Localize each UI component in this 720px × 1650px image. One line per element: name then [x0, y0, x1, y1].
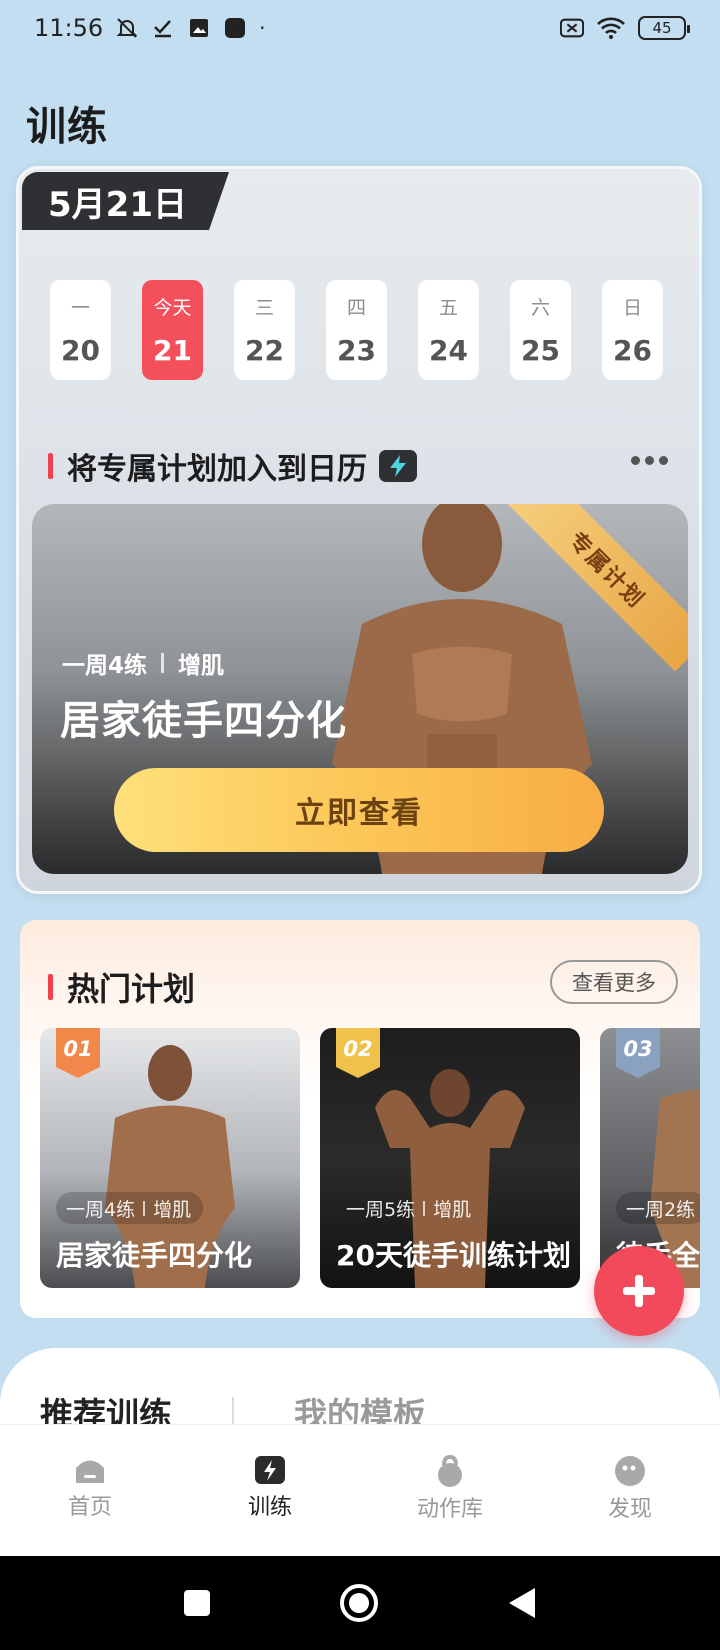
- hot-plans-header: 热门计划: [48, 964, 195, 1010]
- plan-meta: 一周5练 增肌: [336, 1192, 483, 1224]
- meta-divider: [161, 653, 165, 673]
- tab-exercise-library[interactable]: 动作库: [360, 1425, 540, 1556]
- tab-label: 首页: [67, 1495, 112, 1520]
- system-navigation-bar: [0, 1556, 720, 1650]
- day-item[interactable]: 日 26: [602, 280, 663, 380]
- day-weekday: 四: [346, 297, 366, 319]
- featured-plan-goal: 增肌: [178, 653, 225, 679]
- plan-goal: 增肌: [153, 1198, 192, 1221]
- no-sim-icon: [560, 16, 584, 40]
- day-weekday: 今天: [153, 297, 192, 319]
- meta-divider: [423, 1200, 426, 1216]
- day-date: 21: [153, 334, 192, 367]
- hot-plan-card[interactable]: 02 一周5练 增肌 20天徒手训练计划: [320, 1028, 580, 1288]
- day-item-today[interactable]: 今天 21: [142, 280, 203, 380]
- dot-icon: ·: [259, 16, 266, 40]
- discover-icon: [615, 1456, 645, 1486]
- view-now-button[interactable]: 立即查看: [114, 768, 604, 852]
- plan-meta: 一周2练: [616, 1192, 700, 1224]
- calendar-date-label: 5月21日: [22, 172, 229, 230]
- day-weekday: 日: [622, 297, 642, 319]
- mute-icon: [115, 16, 139, 40]
- home-circle-icon[interactable]: [339, 1583, 379, 1623]
- day-item[interactable]: 四 23: [326, 280, 387, 380]
- plus-icon: [623, 1275, 655, 1307]
- plan-title: 居家徒手四分化: [56, 1239, 253, 1272]
- day-date: 26: [613, 334, 652, 367]
- featured-plan-banner[interactable]: 专属计划 一周4练 增肌 居家徒手四分化 立即查看: [32, 504, 688, 874]
- day-item[interactable]: 五 24: [418, 280, 479, 380]
- hot-plans-title: 热门计划: [67, 970, 196, 1008]
- accent-bar: [48, 974, 53, 1000]
- gallery-icon: [187, 16, 211, 40]
- day-item[interactable]: 三 22: [234, 280, 295, 380]
- home-icon: [76, 1460, 104, 1483]
- meta-divider: [143, 1200, 146, 1216]
- day-date: 23: [337, 334, 376, 367]
- tab-home[interactable]: 首页: [0, 1425, 180, 1556]
- add-button[interactable]: [594, 1246, 684, 1336]
- tab-label: 训练: [247, 1495, 292, 1520]
- featured-plan-frequency: 一周4练: [62, 653, 148, 679]
- bottom-tab-bar: 首页 训练 动作库 发现: [0, 1424, 720, 1556]
- hot-plans-section: 热门计划 查看更多 01 一周4练 增肌 居家徒手四分化 02 一周5练 增肌 …: [20, 920, 700, 1318]
- more-options-icon[interactable]: [631, 456, 668, 465]
- accent-bar: [48, 453, 53, 479]
- status-time: 11:56: [34, 14, 104, 42]
- day-weekday: 五: [438, 297, 458, 319]
- training-bolt-icon: [255, 1456, 285, 1484]
- day-date: 25: [521, 334, 560, 367]
- battery-indicator: 45: [638, 16, 690, 40]
- check-icon: [151, 16, 175, 40]
- tab-label: 发现: [607, 1497, 652, 1522]
- plan-frequency: 一周4练: [66, 1198, 136, 1221]
- plan-goal: 增肌: [433, 1198, 472, 1221]
- add-to-calendar-title: 将专属计划加入到日历: [67, 452, 367, 487]
- week-strip: 一 20 今天 21 三 22 四 23 五 24 六 25 日 26: [50, 280, 663, 380]
- day-item[interactable]: 六 25: [510, 280, 571, 380]
- page-title: 训练: [26, 104, 108, 150]
- featured-plan-title: 居家徒手四分化: [60, 698, 347, 744]
- recents-icon[interactable]: [183, 1589, 211, 1617]
- day-item[interactable]: 一 20: [50, 280, 111, 380]
- status-bar: 11:56 · 45: [0, 0, 720, 56]
- day-date: 20: [61, 334, 100, 367]
- tab-training[interactable]: 训练: [180, 1425, 360, 1556]
- featured-plan-meta: 一周4练 增肌: [62, 646, 224, 680]
- see-more-button[interactable]: 查看更多: [550, 960, 678, 1004]
- tab-label: 动作库: [416, 1497, 483, 1522]
- back-icon[interactable]: [507, 1586, 537, 1620]
- day-weekday: 一: [70, 297, 90, 319]
- app-notification-icon: [223, 16, 247, 40]
- hot-plan-card[interactable]: 01 一周4练 增肌 居家徒手四分化: [40, 1028, 300, 1288]
- day-weekday: 三: [254, 297, 274, 319]
- tab-divider: [232, 1397, 234, 1427]
- day-date: 22: [245, 334, 284, 367]
- wifi-icon: [596, 16, 626, 40]
- lightning-icon: [379, 450, 417, 482]
- plan-title: 20天徒手训练计划: [336, 1239, 571, 1272]
- plan-frequency: 一周2练: [626, 1198, 696, 1221]
- tab-discover[interactable]: 发现: [540, 1425, 720, 1556]
- kettlebell-icon: [438, 1455, 462, 1487]
- day-date: 24: [429, 334, 468, 367]
- add-to-calendar-header: 将专属计划加入到日历: [48, 444, 417, 488]
- day-weekday: 六: [530, 297, 550, 319]
- hot-plans-carousel[interactable]: 01 一周4练 增肌 居家徒手四分化 02 一周5练 增肌 20天徒手训练计划: [40, 1028, 700, 1290]
- plan-frequency: 一周5练: [346, 1198, 416, 1221]
- plan-meta: 一周4练 增肌: [56, 1192, 204, 1224]
